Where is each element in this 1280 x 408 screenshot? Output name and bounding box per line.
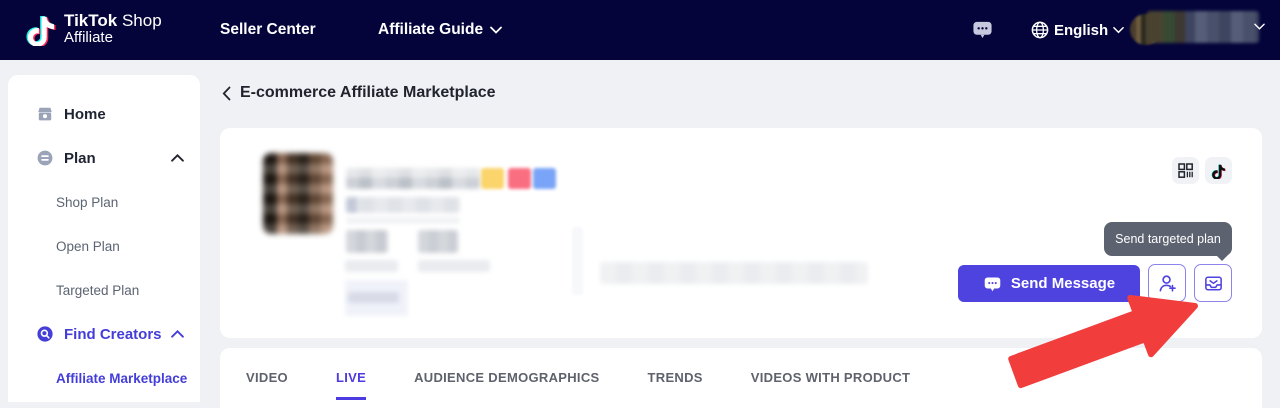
- tab-videos-with-product[interactable]: VIDEOS WITH PRODUCT: [751, 370, 911, 400]
- logo-text: TikTok Shop Affiliate: [64, 12, 162, 46]
- chevron-down-icon[interactable]: [1254, 22, 1265, 31]
- sidebar-item-shop-plan[interactable]: Shop Plan: [8, 180, 200, 224]
- tab-video[interactable]: VIDEO: [246, 370, 288, 400]
- sidebar-item-open-plan[interactable]: Open Plan: [8, 224, 200, 268]
- sidebar-item-home[interactable]: Home: [8, 92, 200, 136]
- top-navbar: TikTok Shop Affiliate Seller Center Affi…: [0, 0, 1280, 60]
- logo-suffix: Shop: [122, 11, 162, 30]
- messages-icon[interactable]: [972, 19, 993, 40]
- nav-seller-center-label: Seller Center: [220, 21, 316, 39]
- tiktok-shop-affiliate-logo[interactable]: TikTok Shop Affiliate: [26, 12, 162, 46]
- stat-label-blurred: [418, 260, 490, 272]
- sidebar-item-plan-label: Plan: [64, 150, 96, 167]
- sidebar-item-affiliate-marketplace[interactable]: Affiliate Marketplace: [8, 356, 200, 400]
- creator-profile-card: Send targeted plan Send Message: [220, 128, 1262, 338]
- creator-handle-blurred: [346, 197, 460, 213]
- qr-grid-icon: [1178, 163, 1193, 178]
- sidebar-item-targeted-plan[interactable]: Targeted Plan: [8, 268, 200, 312]
- stat-label-blurred: [345, 260, 398, 272]
- chevron-down-icon: [1113, 26, 1124, 34]
- find-creators-icon: [36, 325, 54, 343]
- emoji-red-blurred: [508, 168, 531, 189]
- sidebar-item-home-label: Home: [64, 106, 106, 123]
- emoji-blue-blurred: [533, 168, 556, 189]
- nav-seller-center[interactable]: Seller Center: [220, 0, 316, 60]
- breadcrumb[interactable]: E-commerce Affiliate Marketplace: [222, 84, 496, 102]
- send-plan-inbox-icon: [1203, 273, 1224, 294]
- sidebar-item-affiliate-marketplace-label: Affiliate Marketplace: [56, 371, 187, 386]
- chevron-down-icon: [490, 26, 502, 34]
- tiktok-profile-button[interactable]: [1205, 157, 1232, 184]
- stat-value-blurred: [418, 230, 458, 253]
- language-label: English: [1054, 22, 1108, 39]
- send-targeted-plan-button[interactable]: [1194, 264, 1232, 302]
- home-icon: [36, 105, 54, 123]
- send-message-button[interactable]: Send Message: [958, 265, 1140, 302]
- creator-avatar-blurred: [263, 153, 333, 234]
- creator-subline-blurred: [346, 217, 460, 224]
- tooltip-text: Send targeted plan: [1115, 232, 1221, 246]
- tiktok-icon: [1211, 163, 1226, 179]
- sidebar-item-plan[interactable]: Plan: [8, 136, 200, 180]
- sidebar-item-targeted-plan-label: Targeted Plan: [56, 283, 139, 298]
- creator-name-blurred: [346, 168, 480, 189]
- nav-affiliate-guide-label: Affiliate Guide: [378, 21, 483, 39]
- globe-icon: [1031, 21, 1049, 39]
- tooltip-send-targeted-plan: Send targeted plan: [1104, 222, 1232, 256]
- qr-code-button[interactable]: [1172, 157, 1199, 184]
- tab-audience-demographics[interactable]: AUDIENCE DEMOGRAPHICS: [414, 370, 599, 400]
- creator-detail-tabbar: VIDEO LIVE AUDIENCE DEMOGRAPHICS TRENDS …: [220, 348, 1262, 408]
- stat-value-blurred: [346, 230, 388, 253]
- language-selector[interactable]: English: [1031, 0, 1124, 60]
- sidebar-item-find-creators-label: Find Creators: [64, 326, 162, 343]
- creator-info-line-blurred: [600, 238, 726, 261]
- creator-info-line-blurred: [600, 262, 868, 284]
- tabs: VIDEO LIVE AUDIENCE DEMOGRAPHICS TRENDS …: [220, 348, 1262, 400]
- chevron-up-icon[interactable]: [171, 154, 184, 163]
- sidebar-item-find-creators[interactable]: Find Creators: [8, 312, 200, 356]
- tab-live[interactable]: LIVE: [336, 370, 366, 400]
- chevron-up-icon[interactable]: [171, 330, 184, 339]
- back-chevron-icon[interactable]: [222, 86, 231, 101]
- add-person-icon: [1157, 273, 1178, 294]
- emoji-yellow-blurred: [481, 168, 504, 189]
- divider: [572, 227, 583, 295]
- tab-trends[interactable]: TRENDS: [648, 370, 703, 400]
- logo-brand: TikTok: [64, 11, 117, 30]
- send-message-label: Send Message: [1011, 275, 1115, 292]
- page-title: E-commerce Affiliate Marketplace: [240, 84, 496, 102]
- sidebar-item-shop-plan-label: Shop Plan: [56, 195, 118, 210]
- tiktok-note-icon: [26, 12, 56, 46]
- sidebar-item-open-plan-label: Open Plan: [56, 239, 120, 254]
- plan-icon: [36, 149, 54, 167]
- chat-bubble-icon: [983, 275, 1002, 293]
- logo-line2: Affiliate: [64, 30, 162, 46]
- add-creator-button[interactable]: [1148, 264, 1186, 302]
- nav-affiliate-guide[interactable]: Affiliate Guide: [378, 0, 502, 60]
- username-blurred: [1147, 11, 1259, 43]
- sidebar: Home Plan Shop Plan Open Plan Targeted P…: [8, 75, 200, 402]
- creator-badge-inner-blurred: [348, 292, 399, 303]
